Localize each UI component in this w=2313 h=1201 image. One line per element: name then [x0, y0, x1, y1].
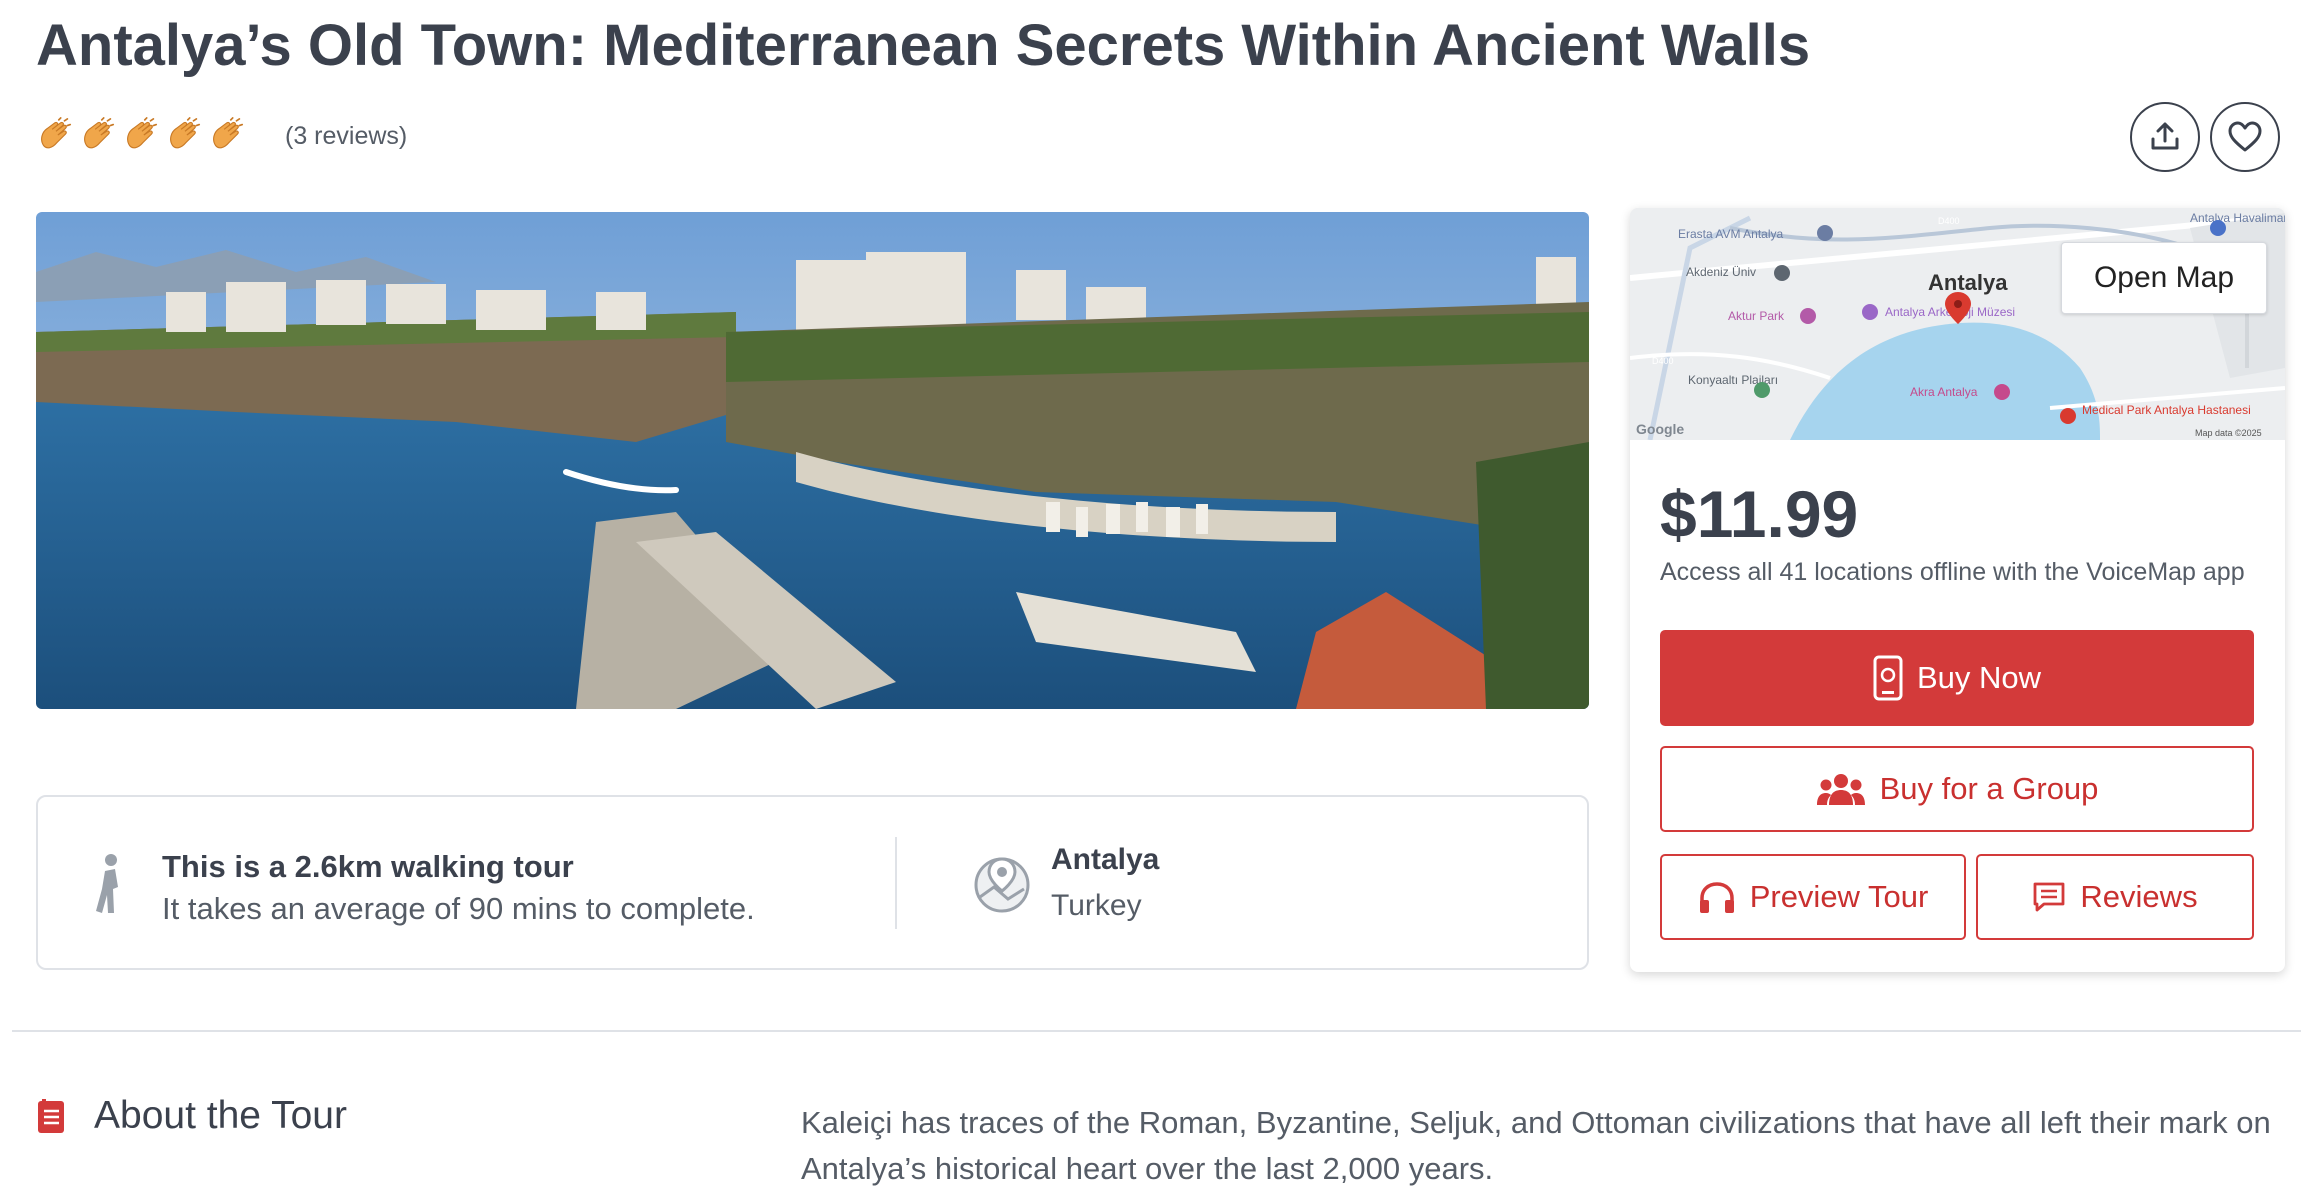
- map-label: Akra Antalya: [1910, 385, 1978, 399]
- clapping-hands-icon: [41, 117, 72, 149]
- map-label: Aktur Park: [1728, 309, 1785, 323]
- map-city-label: Antalya: [1928, 270, 2008, 295]
- open-map-button[interactable]: Open Map: [2061, 242, 2267, 314]
- walking-person-icon: [96, 854, 118, 913]
- location-country: Turkey: [1051, 889, 1142, 922]
- section-divider: [12, 1030, 2301, 1032]
- phone-icon: [1873, 655, 1903, 701]
- buy-for-group-label: Buy for a Group: [1879, 771, 2099, 806]
- book-icon: [38, 1099, 64, 1133]
- purchase-card: Erasta AVM Antalya Akdeniz Üniv Aktur Pa…: [1630, 208, 2285, 972]
- headphones-icon: [1698, 880, 1736, 914]
- star-rating: (3 reviews): [36, 114, 407, 158]
- walking-duration: It takes an average of 90 mins to comple…: [162, 891, 755, 926]
- preview-tour-button[interactable]: Preview Tour: [1660, 854, 1966, 940]
- clapping-hands-icon: [127, 117, 158, 149]
- buy-for-group-button[interactable]: Buy for a Group: [1660, 746, 2254, 832]
- clapping-hands-icon: [84, 117, 115, 149]
- buy-now-button[interactable]: Buy Now: [1660, 630, 2254, 726]
- tour-map[interactable]: Erasta AVM Antalya Akdeniz Üniv Aktur Pa…: [1630, 208, 2285, 440]
- reviews-label: Reviews: [2080, 879, 2198, 914]
- map-attribution: Map data ©2025: [2195, 428, 2262, 438]
- google-logo: Google: [1636, 421, 1684, 437]
- comment-icon: [2032, 881, 2066, 913]
- map-label: Akdeniz Üniv: [1686, 265, 1756, 279]
- page-title: Antalya’s Old Town: Mediterranean Secret…: [36, 13, 1811, 78]
- about-description: Kaleiçi has traces of the Roman, Byzanti…: [801, 1105, 2271, 1186]
- map-label: Medical Park Antalya Hastanesi: [2082, 403, 2251, 417]
- tour-hero-photo[interactable]: [36, 212, 1589, 709]
- tour-info-box: This is a 2.6km walking tour It takes an…: [36, 795, 1589, 970]
- clapping-hands-icon: [170, 117, 201, 149]
- location-city: Antalya: [1051, 843, 1160, 876]
- heart-icon: [2228, 121, 2262, 152]
- reviews-count[interactable]: (3 reviews): [285, 122, 407, 151]
- map-label: Erasta AVM Antalya: [1678, 227, 1783, 241]
- divider: [895, 837, 897, 929]
- access-description: Access all 41 locations offline with the…: [1660, 558, 2245, 586]
- group-icon: [1816, 772, 1866, 806]
- buy-now-label: Buy Now: [1916, 660, 2042, 695]
- reviews-button[interactable]: Reviews: [1976, 854, 2254, 940]
- walking-distance: This is a 2.6km walking tour: [162, 849, 574, 884]
- location-pin-icon: [974, 857, 1030, 913]
- clapping-hands-icon: [213, 117, 244, 149]
- harbor-photo: [36, 212, 1589, 709]
- tour-price: $11.99: [1660, 477, 1859, 551]
- favorite-button[interactable]: [2210, 102, 2280, 172]
- about-title: About the Tour: [94, 1094, 347, 1137]
- map-label: Antalya Havalimanı: [2190, 211, 2285, 225]
- share-icon: [2151, 122, 2179, 150]
- map-road-label: D400: [1652, 356, 1674, 366]
- map-road-label: D400: [1938, 216, 1960, 226]
- preview-tour-label: Preview Tour: [1749, 879, 1929, 914]
- share-button[interactable]: [2130, 102, 2200, 172]
